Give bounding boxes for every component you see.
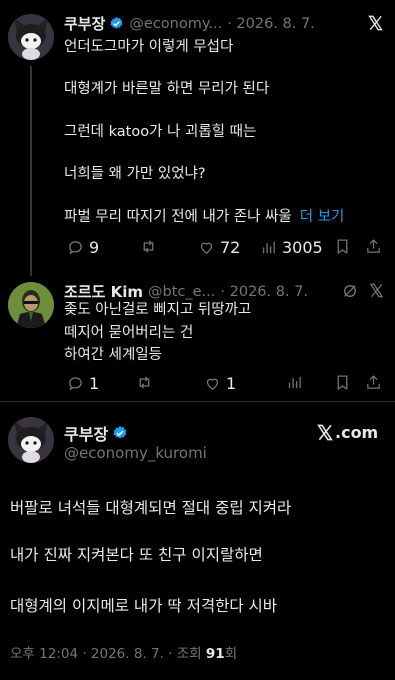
tweet1-line-1: 언더도그마가 이렇게 무섭다	[64, 39, 234, 55]
tweet2-reply-button[interactable]: 1	[67, 374, 99, 393]
tweet2-bookmark-button[interactable]	[334, 374, 351, 391]
tweet2-share-button[interactable]	[365, 374, 382, 391]
avatar-kuromi-main[interactable]	[8, 417, 54, 463]
retweet-icon	[139, 376, 150, 389]
tweet3-author-name[interactable]: 쿠부장	[64, 421, 108, 445]
view-count: 3005	[282, 238, 323, 257]
tweet-divider	[0, 401, 395, 402]
tweet2-line-1: 좆도 아닌걸로 삐지고 뒤땅까고	[64, 302, 252, 318]
views-icon	[288, 376, 301, 389]
bookmark-button[interactable]	[334, 238, 351, 255]
tweet2-reply-count: 1	[89, 374, 100, 393]
retweet-icon	[143, 240, 154, 253]
avatar-kuromi[interactable]	[8, 14, 54, 60]
reply-button[interactable]: 9	[67, 238, 99, 257]
tweet2-like-button[interactable]: 1	[204, 374, 236, 393]
tweet2-retweet-button[interactable]	[136, 374, 153, 391]
tweet2-author-name[interactable]: 조르도 Kim	[64, 281, 143, 302]
like-button[interactable]: 72	[198, 238, 240, 257]
share-button[interactable]	[365, 238, 382, 255]
tweet1-line-4: 너희들 왜 가만 있었냐?	[64, 166, 206, 182]
views-icon	[262, 241, 275, 254]
reply-icon	[69, 377, 82, 391]
tweet3-handle[interactable]: @economy_kuromi	[64, 444, 207, 462]
tweet1-handle[interactable]: @economy...	[129, 16, 222, 32]
tweet1-line-3: 그런데 katoo가 나 괴롭힐 때는	[64, 124, 257, 140]
share-icon	[367, 375, 380, 389]
tweet3-timestamp[interactable]: 오후 12:04 · 2026. 8. 7. · 조회	[10, 646, 206, 662]
tweet1-header: 쿠부장 @economy... · 2026. 8. 7.	[64, 13, 315, 34]
like-icon	[206, 378, 219, 390]
grok-icon[interactable]	[342, 283, 358, 299]
bookmark-icon	[337, 375, 348, 391]
tweet2-views-button[interactable]	[286, 374, 303, 391]
tweet3-footer: 오후 12:04 · 2026. 8. 7. · 조회 91회	[10, 644, 237, 664]
tweet2-line-3: 하여간 세계일등	[64, 347, 162, 363]
tweet1-author-name[interactable]: 쿠부장	[64, 13, 105, 34]
thread-line	[30, 66, 32, 276]
tweet2-like-count: 1	[226, 374, 237, 393]
tweet1-line-2: 대형계가 바른말 하면 무리가 된다	[64, 81, 270, 97]
x-logo-icon[interactable]	[367, 15, 384, 31]
tweet3-line-2: 내가 진짜 지켜본다 또 친구 이지랄하면	[10, 546, 263, 564]
tweet2-header: 조르도 Kim @btc_e... · 2026. 8. 7.	[64, 281, 308, 302]
bookmark-icon	[337, 239, 348, 255]
tweet1-line-5: 파벌 무리 따지기 전에 내가 존나 싸울	[64, 209, 292, 225]
x-com-label: .com	[335, 423, 379, 442]
reply-icon	[69, 241, 82, 255]
tweet3-name-row: 쿠부장	[64, 421, 128, 445]
tweet1-date[interactable]: · 2026. 8. 7.	[227, 16, 315, 32]
tweet3-handle-row: @economy_kuromi	[64, 444, 207, 462]
tweet3-line-3: 대형계의 이지메로 내가 딱 저격한다 시바	[10, 597, 278, 615]
tweet2-date[interactable]: · 2026. 8. 7.	[220, 284, 308, 300]
tweet2-line-2: 떼지어 묻어버리는 건	[64, 325, 194, 341]
retweet-button[interactable]	[140, 238, 157, 255]
tweet3-line-1: 버팔로 녀석들 대형계되면 절대 중립 지켜라	[10, 499, 292, 517]
x-logo-icon[interactable]	[369, 283, 384, 298]
tweet1-line-5-row: 파벌 무리 따지기 전에 내가 존나 싸울 더 보기	[64, 207, 344, 227]
verified-badge-icon	[110, 16, 123, 29]
tweet3-view-suffix: 회	[224, 646, 238, 662]
avatar-kim[interactable]	[8, 282, 54, 328]
reply-count: 9	[89, 238, 100, 257]
tweet2-handle[interactable]: @btc_e...	[148, 284, 215, 300]
show-more-link[interactable]: 더 보기	[300, 209, 345, 225]
verified-badge-icon	[113, 426, 127, 439]
like-icon	[200, 242, 213, 254]
x-com-source[interactable]: .com	[316, 423, 378, 442]
share-icon	[367, 239, 380, 253]
views-button[interactable]: 3005	[260, 238, 323, 257]
x-logo-icon	[317, 424, 333, 441]
like-count: 72	[220, 238, 241, 257]
tweet3-view-count: 91	[205, 646, 225, 662]
